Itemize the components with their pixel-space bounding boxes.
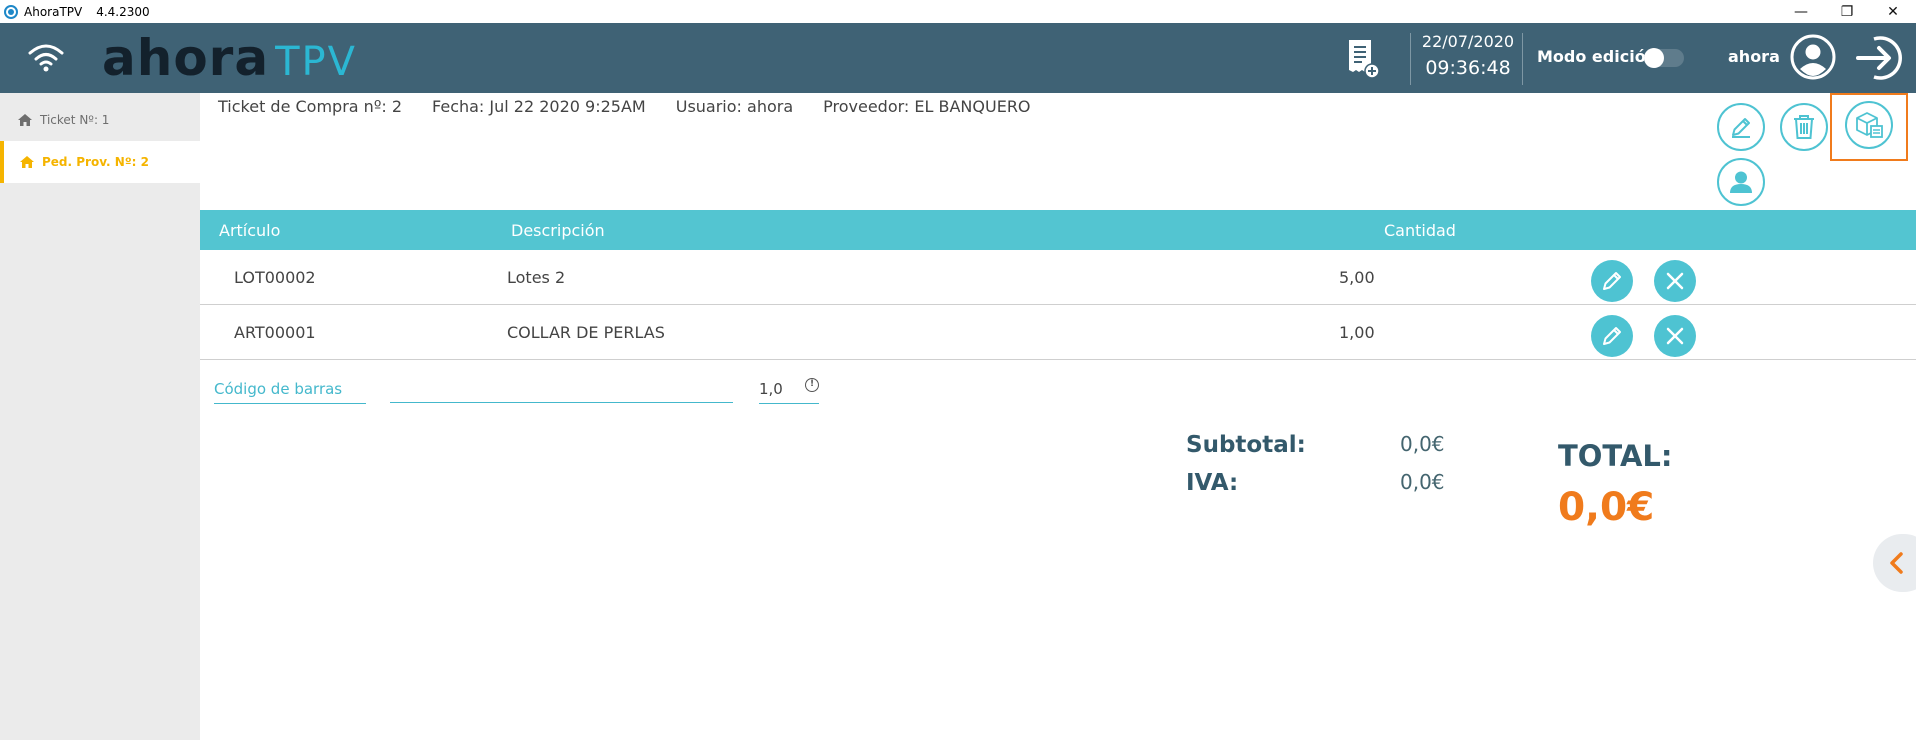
app-header: ahora TPV 22/07/2020 09:36:48 Modo edici… (0, 23, 1916, 93)
expand-panel-tab[interactable] (1873, 534, 1916, 592)
close-icon (1666, 272, 1684, 290)
column-header-cantidad: Cantidad (1384, 221, 1456, 240)
header-date: 22/07/2020 (1421, 32, 1515, 51)
remove-line-button[interactable] (1654, 260, 1696, 302)
info-icon: ! (805, 378, 819, 392)
sidebar-item-label: Ticket Nº: 1 (40, 113, 110, 127)
app-icon (4, 4, 18, 19)
row-articulo: ART00001 (234, 323, 316, 342)
close-icon (1666, 327, 1684, 345)
pencil-icon (1603, 327, 1621, 345)
row-cantidad: 1,00 (1339, 323, 1375, 342)
column-header-descripcion: Descripción (511, 221, 605, 240)
user-name: ahora (1728, 47, 1780, 66)
sidebar-item-ticket-1[interactable]: Ticket Nº: 1 (0, 99, 200, 141)
user-avatar-icon[interactable] (1789, 33, 1837, 81)
remove-line-button[interactable] (1654, 315, 1696, 357)
total-label: TOTAL: (1558, 439, 1673, 473)
edit-mode-toggle[interactable] (1644, 48, 1684, 68)
logout-icon[interactable] (1854, 33, 1904, 83)
delete-ticket-button[interactable] (1780, 103, 1828, 151)
app-logo: ahora TPV (102, 29, 357, 87)
toggle-knob (1644, 48, 1664, 68)
table-row[interactable]: LOT00002 Lotes 2 5,00 (200, 250, 1916, 305)
header-divider (1410, 33, 1411, 85)
subtotal-label: Subtotal: (1186, 432, 1306, 458)
lines-table-header: Artículo Descripción Cantidad (200, 210, 1916, 250)
total-value: 0,0€ (1558, 485, 1655, 530)
barcode-input[interactable] (390, 402, 733, 403)
pencil-icon (1603, 272, 1621, 290)
app-version: 4.4.2300 (96, 4, 150, 19)
person-icon (1730, 171, 1752, 193)
edit-line-button[interactable] (1591, 260, 1633, 302)
window-controls: — ❐ ✕ (1778, 0, 1916, 23)
ticket-supplier: Proveedor: EL BANQUERO (823, 97, 1031, 116)
restore-button[interactable]: ❐ (1824, 0, 1870, 23)
sidebar-item-label: Ped. Prov. Nº: 2 (42, 155, 149, 169)
chevron-left-icon (1890, 552, 1903, 574)
row-descripcion: COLLAR DE PERLAS (507, 323, 665, 342)
ticket-user: Usuario: ahora (675, 97, 794, 116)
app-name: AhoraTPV (24, 4, 83, 19)
header-divider (1522, 33, 1523, 85)
subtotal-value: 0,0€ (1400, 432, 1445, 456)
logo-main: ahora (102, 29, 270, 87)
wifi-icon (28, 44, 64, 72)
highlight-frame (1830, 93, 1908, 161)
supplier-button[interactable] (1717, 158, 1765, 206)
close-window-button[interactable]: ✕ (1870, 0, 1916, 23)
sidebar: Ticket Nº: 1 Ped. Prov. Nº: 2 (0, 93, 200, 740)
column-header-articulo: Artículo (219, 221, 281, 240)
row-descripcion: Lotes 2 (507, 268, 566, 287)
ticket-number: Ticket de Compra nº: 2 (218, 97, 403, 116)
table-row[interactable]: ART00001 COLLAR DE PERLAS 1,00 (200, 305, 1916, 360)
ticket-info: Ticket de Compra nº: 2 Fecha: Jul 22 202… (218, 97, 1061, 116)
row-cantidad: 5,00 (1339, 268, 1375, 287)
barcode-label: Código de barras (214, 380, 366, 404)
iva-value: 0,0€ (1400, 470, 1445, 494)
row-articulo: LOT00002 (234, 268, 316, 287)
edit-ticket-button[interactable] (1717, 103, 1765, 151)
minimize-button[interactable]: — (1778, 0, 1824, 23)
trash-icon (1794, 115, 1814, 139)
edit-line-button[interactable] (1591, 315, 1633, 357)
header-time: 09:36:48 (1425, 57, 1511, 79)
ticket-date: Fecha: Jul 22 2020 9:25AM (432, 97, 646, 116)
logo-sub: TPV (275, 39, 358, 85)
edit-mode-label: Modo edición (1537, 47, 1658, 66)
home-icon (20, 156, 34, 168)
iva-label: IVA: (1186, 470, 1239, 496)
sidebar-item-ped-prov-2[interactable]: Ped. Prov. Nº: 2 (0, 141, 200, 183)
receipt-icon[interactable] (1346, 38, 1380, 80)
home-icon (18, 114, 32, 126)
window-titlebar: AhoraTPV 4.4.2300 — ❐ ✕ (0, 0, 1916, 23)
pencil-icon (1732, 118, 1750, 138)
